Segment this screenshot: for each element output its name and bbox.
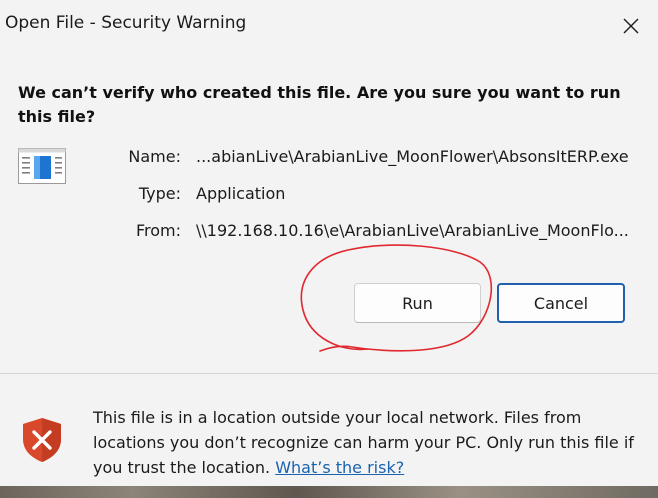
type-label: Type: — [138, 184, 181, 203]
name-value: ...abianLive\ArabianLive_MoonFlower\Abso… — [196, 147, 629, 166]
shield-warning-icon — [23, 418, 61, 462]
name-label: Name: — [128, 147, 181, 166]
close-icon — [623, 18, 639, 34]
close-button[interactable] — [612, 8, 650, 44]
cancel-button[interactable]: Cancel — [497, 283, 625, 323]
from-label: From: — [135, 221, 181, 240]
security-warning-dialog: Open File - Security Warning We can’t ve… — [0, 0, 658, 498]
warning-question: We can’t verify who created this file. A… — [18, 83, 621, 126]
desktop-background-edge — [0, 486, 658, 498]
application-file-icon — [18, 148, 66, 184]
from-value: \\192.168.10.16\e\ArabianLive\ArabianLiv… — [196, 221, 629, 240]
whats-the-risk-link[interactable]: What’s the risk? — [275, 458, 404, 477]
type-value: Application — [196, 184, 286, 203]
title-bar: Open File - Security Warning — [0, 0, 658, 52]
window-title: Open File - Security Warning — [5, 13, 247, 33]
run-button[interactable]: Run — [354, 283, 481, 323]
footer-warning: This file is in a location outside your … — [93, 405, 638, 480]
